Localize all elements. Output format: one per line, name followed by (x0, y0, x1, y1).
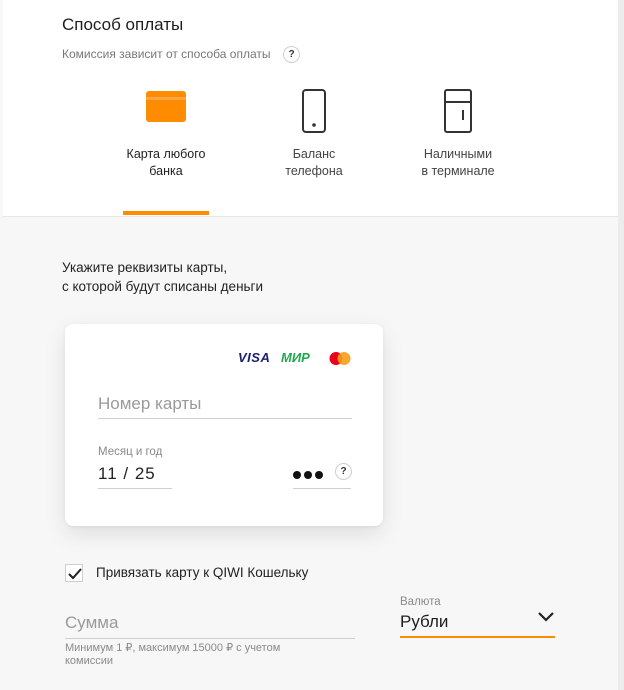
amount-input[interactable] (65, 608, 355, 639)
phone-icon (254, 88, 374, 136)
page-title: Способ оплаты (62, 15, 184, 34)
mir-logo: МИР (281, 350, 310, 365)
method-tab-card[interactable]: Карта любого банка (106, 88, 226, 180)
mastercard-logo-icon (328, 351, 352, 371)
terminal-icon (398, 88, 518, 136)
method-card-label: Карта любого банка (126, 147, 206, 178)
method-tab-phone[interactable]: Баланс телефона (254, 88, 374, 180)
expiry-input[interactable]: 11 / 25 (98, 462, 172, 489)
link-wallet-checkbox[interactable] (65, 564, 83, 582)
expiry-label: Месяц и год (98, 446, 163, 458)
currency-value: Рубли (400, 612, 449, 631)
bank-card-icon (106, 88, 226, 136)
amount-hint: Минимум 1 ₽, максимум 15000 ₽ с учетом к… (65, 642, 281, 667)
chevron-down-icon (538, 612, 554, 622)
method-tab-terminal[interactable]: Наличными в терминале (398, 88, 518, 180)
card-number-input[interactable] (98, 390, 352, 419)
currency-select[interactable]: Рубли (400, 608, 555, 638)
card-instruction: Укажите реквизиты карты, с которой будут… (62, 260, 264, 294)
cvv-help-icon[interactable]: ? (335, 463, 352, 480)
scrollbar-track (618, 0, 624, 690)
visa-logo: VISA (238, 350, 271, 365)
link-wallet-label[interactable]: Привязать карту к QIWI Кошельку (96, 565, 308, 580)
method-phone-label: Баланс телефона (285, 147, 343, 178)
checkmark-icon (68, 568, 82, 580)
active-tab-indicator (123, 211, 209, 215)
commission-note: Комиссия зависит от способа оплаты (62, 47, 271, 61)
commission-help-icon[interactable]: ? (283, 46, 300, 63)
cvv-dot (304, 471, 312, 479)
method-terminal-label: Наличными в терминале (421, 147, 495, 178)
cvv-dot (315, 471, 323, 479)
currency-label: Валюта (400, 596, 441, 608)
cvv-dot (293, 471, 301, 479)
